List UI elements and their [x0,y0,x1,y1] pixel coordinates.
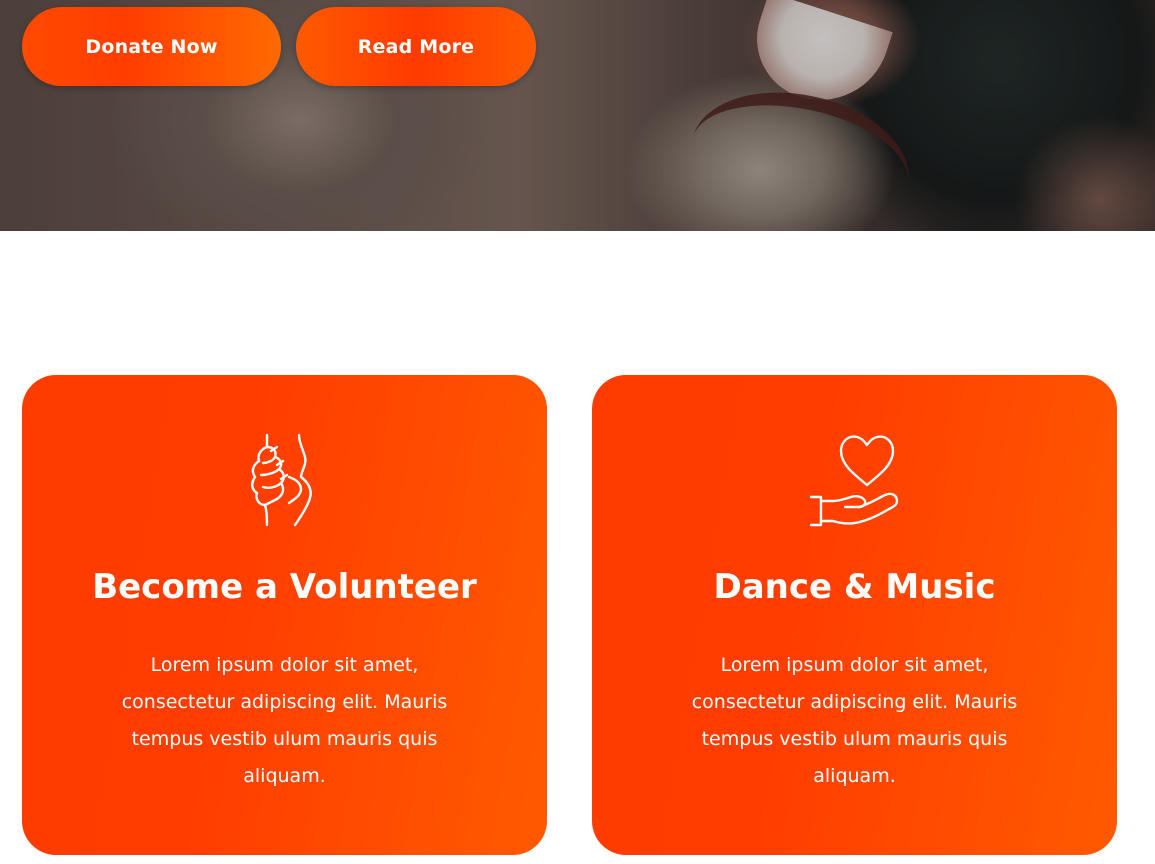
donate-now-button[interactable]: Donate Now [22,7,281,86]
helping-hands-icon [237,433,333,529]
volunteer-card[interactable]: Become a Volunteer Lorem ipsum dolor sit… [22,375,547,855]
read-more-button[interactable]: Read More [296,7,536,86]
dance-music-card[interactable]: Dance & Music Lorem ipsum dolor sit amet… [592,375,1117,855]
heart-in-hand-icon [807,433,903,529]
card-description: Lorem ipsum dolor sit amet, consectetur … [691,654,1018,787]
card-title: Dance & Music [713,567,996,607]
card-title: Become a Volunteer [92,567,477,607]
page: Donate Now Read More Become a Volunteer … [0,0,1155,864]
card-description: Lorem ipsum dolor sit amet, consectetur … [121,654,448,787]
hero-banner: Donate Now Read More [0,0,1155,231]
